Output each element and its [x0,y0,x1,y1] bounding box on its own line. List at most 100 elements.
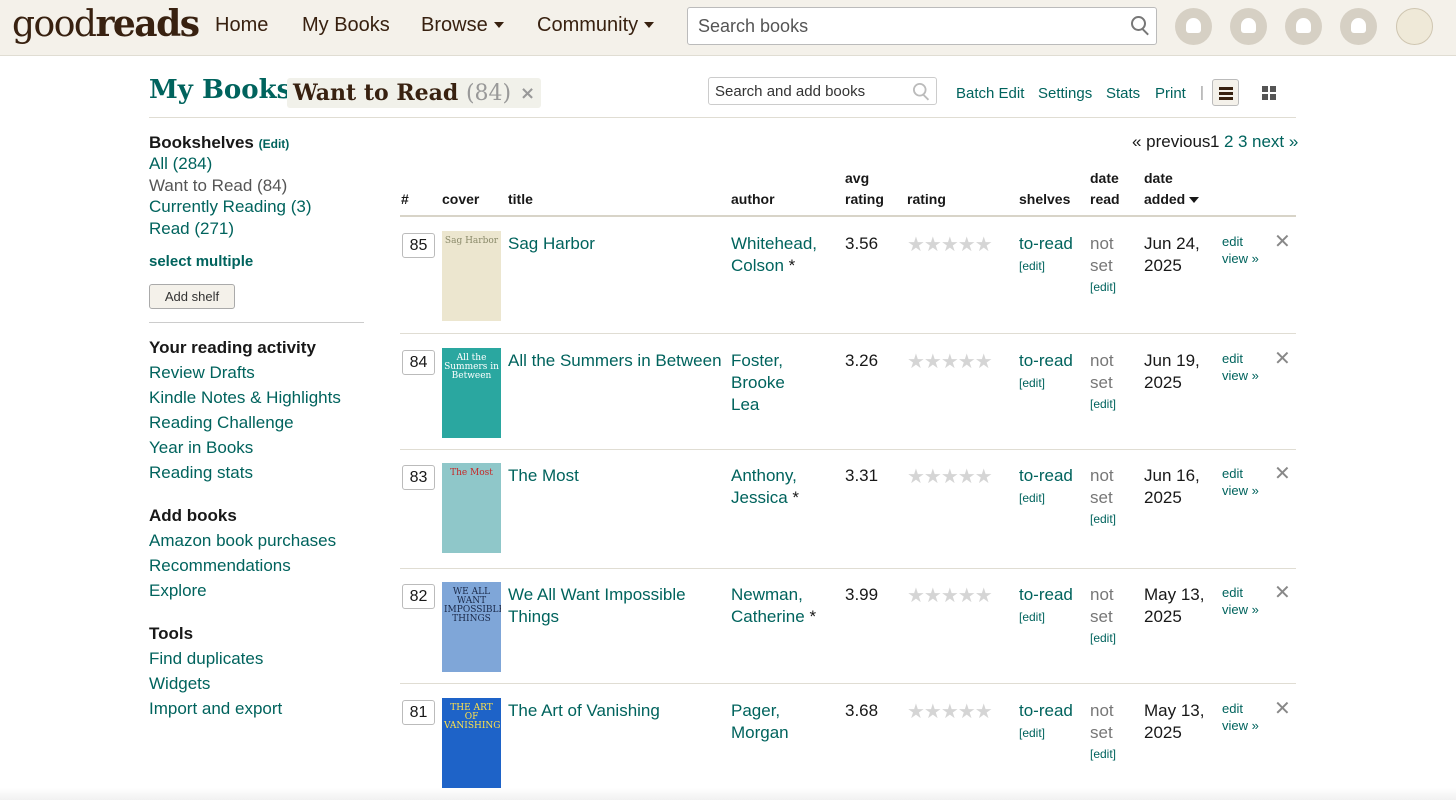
close-icon[interactable]: × [520,79,535,109]
shelf-link[interactable]: to-read [1019,584,1073,606]
book-title-link[interactable]: The Most [508,465,723,487]
shelf-link[interactable]: to-read [1019,350,1073,372]
logo-text-light: good [12,4,97,45]
rating-stars-input[interactable]: ★★★★★ [907,349,993,374]
edit-review-link[interactable]: edit [1222,701,1243,716]
search-add-books-input[interactable] [715,83,905,100]
shelf-link[interactable]: to-read [1019,700,1073,722]
friends-icon[interactable] [1340,8,1377,45]
user-avatar[interactable] [1396,8,1433,45]
author-link[interactable]: Anthony, [731,466,797,485]
author-link-line2[interactable]: Catherine [731,607,805,626]
goodreads-logo[interactable]: goodreads [12,3,200,45]
edit-review-link[interactable]: edit [1222,585,1243,600]
date-read-value: not set [1090,584,1114,628]
remove-book-icon[interactable]: ✕ [1274,229,1291,253]
book-title-link[interactable]: The Art of Vanishing [508,700,723,722]
book-cover[interactable]: All the Summers in Between [442,348,501,438]
shelf-edit-link[interactable]: [edit] [1019,491,1045,505]
position-field[interactable]: 83 [402,465,435,490]
col-header-position[interactable]: # [401,189,409,210]
nav-home[interactable]: Home [215,14,268,37]
rating-stars-input[interactable]: ★★★★★ [907,464,993,489]
batch-edit-link[interactable]: Batch Edit [956,85,1024,102]
book-title-link[interactable]: Sag Harbor [508,233,723,255]
position-field[interactable]: 81 [402,700,435,725]
edit-review-link[interactable]: edit [1222,351,1243,366]
remove-book-icon[interactable]: ✕ [1274,346,1291,370]
author-link[interactable]: Foster, Brooke [731,351,785,392]
view-book-link[interactable]: view » [1222,368,1259,383]
remove-book-icon[interactable]: ✕ [1274,696,1291,720]
view-book-link[interactable]: view » [1222,483,1259,498]
book-title-link[interactable]: We All Want Impossible Things [508,584,723,628]
rating-stars-input[interactable]: ★★★★★ [907,699,993,724]
notifications-bell-icon[interactable] [1175,8,1212,45]
shelf-edit-link[interactable]: [edit] [1019,259,1045,273]
shelf-link[interactable]: to-read [1019,465,1073,487]
remove-book-icon[interactable]: ✕ [1274,580,1291,604]
shelf-currently-reading[interactable]: Currently Reading (3) [149,197,312,217]
book-cover[interactable]: THE ART OF VANISHING [442,698,501,788]
pagination-next[interactable]: next » [1252,132,1298,152]
view-book-link[interactable]: view » [1222,251,1259,266]
shelf-edit-link[interactable]: [edit] [1019,610,1045,624]
book-cover[interactable]: The Most [442,463,501,553]
nav-community[interactable]: Community [537,14,655,37]
position-field[interactable]: 84 [402,350,435,375]
shelf-link[interactable]: to-read [1019,233,1073,255]
author-link-line2[interactable]: Colson [731,256,784,275]
search-icon[interactable] [913,83,931,101]
date-read-edit-link[interactable]: [edit] [1090,397,1116,411]
col-header-avg-rating[interactable]: avg rating [845,168,884,210]
grid-view-icon[interactable] [1262,86,1277,101]
search-input[interactable] [698,16,1118,37]
col-header-cover[interactable]: cover [442,189,479,210]
search-icon[interactable] [1131,16,1151,36]
author-link[interactable]: Newman, [731,585,803,604]
book-cover[interactable]: WE ALL WANT IMPOSSIBLE THINGS [442,582,501,672]
date-read-edit-link[interactable]: [edit] [1090,280,1116,294]
messages-icon[interactable] [1285,8,1322,45]
stats-link[interactable]: Stats [1106,85,1140,102]
list-view-icon[interactable] [1212,79,1239,106]
shelf-edit-link[interactable]: [edit] [1019,726,1045,740]
date-read-edit-link[interactable]: [edit] [1090,747,1116,761]
position-field[interactable]: 85 [402,233,435,258]
settings-link[interactable]: Settings [1038,85,1092,102]
author-link-line2[interactable]: Jessica [731,488,788,507]
author-link[interactable]: Whitehead, [731,234,817,253]
position-field[interactable]: 82 [402,584,435,609]
book-cover[interactable]: Sag Harbor [442,231,501,321]
remove-book-icon[interactable]: ✕ [1274,461,1291,485]
shelf-all[interactable]: All (284) [149,154,212,174]
avg-rating-value: 3.99 [845,585,879,604]
col-header-rating[interactable]: rating [907,189,946,210]
col-header-author[interactable]: author [731,189,775,210]
edit-review-link[interactable]: edit [1222,234,1243,249]
author-cell: Whitehead, Colson * [731,233,841,277]
col-header-date-added[interactable]: date added [1144,168,1200,210]
col-header-date-read[interactable]: date read [1090,168,1120,210]
edit-review-link[interactable]: edit [1222,466,1243,481]
date-read-edit-link[interactable]: [edit] [1090,631,1116,645]
print-link[interactable]: Print [1155,85,1186,102]
col-header-shelves[interactable]: shelves [1019,189,1070,210]
page-fade [0,788,1456,800]
book-title-link[interactable]: All the Summers in Between [508,350,723,372]
view-book-link[interactable]: view » [1222,602,1259,617]
discussions-icon[interactable] [1230,8,1267,45]
view-book-link[interactable]: view » [1222,718,1259,733]
rating-stars-input[interactable]: ★★★★★ [907,583,993,608]
nav-my-books[interactable]: My Books [302,14,390,37]
shelf-edit-link[interactable]: [edit] [1019,376,1045,390]
rating-stars-input[interactable]: ★★★★★ [907,232,993,257]
pagination-page-3[interactable]: 3 [1238,132,1247,152]
col-header-title[interactable]: title [508,189,533,210]
date-read-edit-link[interactable]: [edit] [1090,512,1116,526]
author-link[interactable]: Pager, Morgan [731,701,789,742]
pagination-page-2[interactable]: 2 [1224,132,1233,152]
edit-shelves-link[interactable]: (Edit) [259,137,290,151]
author-link-line2[interactable]: Lea [731,395,759,414]
nav-browse[interactable]: Browse [421,14,504,37]
